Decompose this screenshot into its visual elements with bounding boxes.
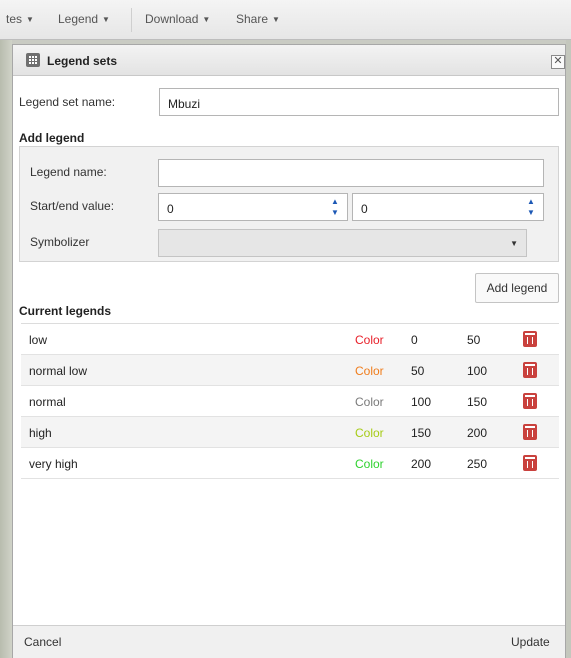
- chevron-up-icon[interactable]: ▲: [523, 196, 539, 207]
- cancel-button[interactable]: Cancel: [24, 635, 61, 649]
- current-legends-table: low Color 0 50 normal low Color 50 100 n…: [21, 323, 559, 479]
- legend-end: 50: [467, 333, 481, 347]
- legend-name: high: [29, 426, 52, 440]
- chevron-down-icon[interactable]: ▼: [327, 207, 343, 218]
- trash-icon[interactable]: [523, 393, 537, 409]
- legend-end: 250: [467, 457, 488, 471]
- legend-name: very high: [29, 457, 78, 471]
- table-row: very high Color 200 250: [21, 448, 559, 479]
- trash-icon[interactable]: [523, 424, 537, 440]
- legend-name-label: Legend name:: [30, 165, 107, 179]
- grid-icon: [26, 53, 40, 67]
- caret-down-icon: ▼: [26, 15, 34, 24]
- legend-name-input[interactable]: [158, 159, 544, 187]
- table-row: normal low Color 50 100: [21, 355, 559, 386]
- chevron-down-icon[interactable]: ▼: [523, 207, 539, 218]
- menu-label: tes: [6, 12, 23, 26]
- legend-end: 150: [467, 395, 488, 409]
- start-value-input[interactable]: [158, 193, 348, 221]
- start-end-value-label: Start/end value:: [30, 199, 115, 213]
- caret-down-icon: ▼: [510, 239, 518, 248]
- close-icon[interactable]: ✕: [551, 55, 565, 69]
- window-title: Legend sets: [47, 54, 118, 68]
- update-button[interactable]: Update: [511, 635, 550, 649]
- legend-name: normal: [29, 395, 66, 409]
- symbolizer-select[interactable]: ▼: [158, 229, 527, 257]
- add-legend-panel: Legend name: Start/end value: ▲ ▼ ▲ ▼ Sy…: [19, 146, 559, 262]
- current-legends-title: Current legends: [19, 304, 112, 318]
- menu-divider: [131, 8, 132, 32]
- map-background: [0, 40, 12, 658]
- top-menu-bar: tes ▼ Legend ▼ Download ▼ Share ▼: [0, 0, 571, 40]
- table-row: low Color 0 50: [21, 324, 559, 355]
- trash-icon[interactable]: [523, 455, 537, 471]
- map-background: [566, 40, 571, 658]
- start-value-spinner[interactable]: ▲ ▼: [327, 196, 343, 218]
- trash-icon[interactable]: [523, 362, 537, 378]
- menu-item-share[interactable]: Share ▼: [236, 12, 280, 26]
- end-value-spinner[interactable]: ▲ ▼: [523, 196, 539, 218]
- table-row: high Color 150 200: [21, 417, 559, 448]
- window-header: Legend sets ✕: [13, 45, 565, 76]
- symbolizer-label: Symbolizer: [30, 235, 90, 249]
- legend-set-name-input[interactable]: [159, 88, 559, 116]
- menu-label: Share: [236, 12, 269, 26]
- legend-end: 100: [467, 364, 488, 378]
- legend-start: 150: [411, 426, 432, 440]
- menu-label: Download: [145, 12, 199, 26]
- menu-item-legend[interactable]: Legend ▼: [58, 12, 110, 26]
- table-row: normal Color 100 150: [21, 386, 559, 417]
- add-legend-button[interactable]: Add legend: [475, 273, 559, 303]
- legend-name: normal low: [29, 364, 88, 378]
- legend-start: 200: [411, 457, 432, 471]
- legend-sets-window: Legend sets ✕ Legend set name: Add legen…: [12, 44, 566, 658]
- legend-set-name-label: Legend set name:: [19, 95, 116, 109]
- end-value-input[interactable]: [352, 193, 544, 221]
- legend-color[interactable]: Color: [355, 426, 384, 440]
- trash-icon[interactable]: [523, 331, 537, 347]
- legend-start: 100: [411, 395, 432, 409]
- caret-down-icon: ▼: [272, 15, 280, 24]
- menu-label: Legend: [58, 12, 99, 26]
- legend-color[interactable]: Color: [355, 457, 384, 471]
- add-legend-title: Add legend: [19, 131, 85, 145]
- legend-start: 50: [411, 364, 425, 378]
- window-footer: Cancel Update: [13, 625, 565, 658]
- legend-start: 0: [411, 333, 418, 347]
- legend-name: low: [29, 333, 48, 347]
- caret-down-icon: ▼: [102, 15, 110, 24]
- menu-item-tes[interactable]: tes ▼: [6, 12, 34, 26]
- legend-end: 200: [467, 426, 488, 440]
- chevron-up-icon[interactable]: ▲: [327, 196, 343, 207]
- legend-color[interactable]: Color: [355, 364, 384, 378]
- legend-color[interactable]: Color: [355, 395, 384, 409]
- menu-item-download[interactable]: Download ▼: [145, 12, 210, 26]
- legend-color[interactable]: Color: [355, 333, 384, 347]
- caret-down-icon: ▼: [202, 15, 211, 24]
